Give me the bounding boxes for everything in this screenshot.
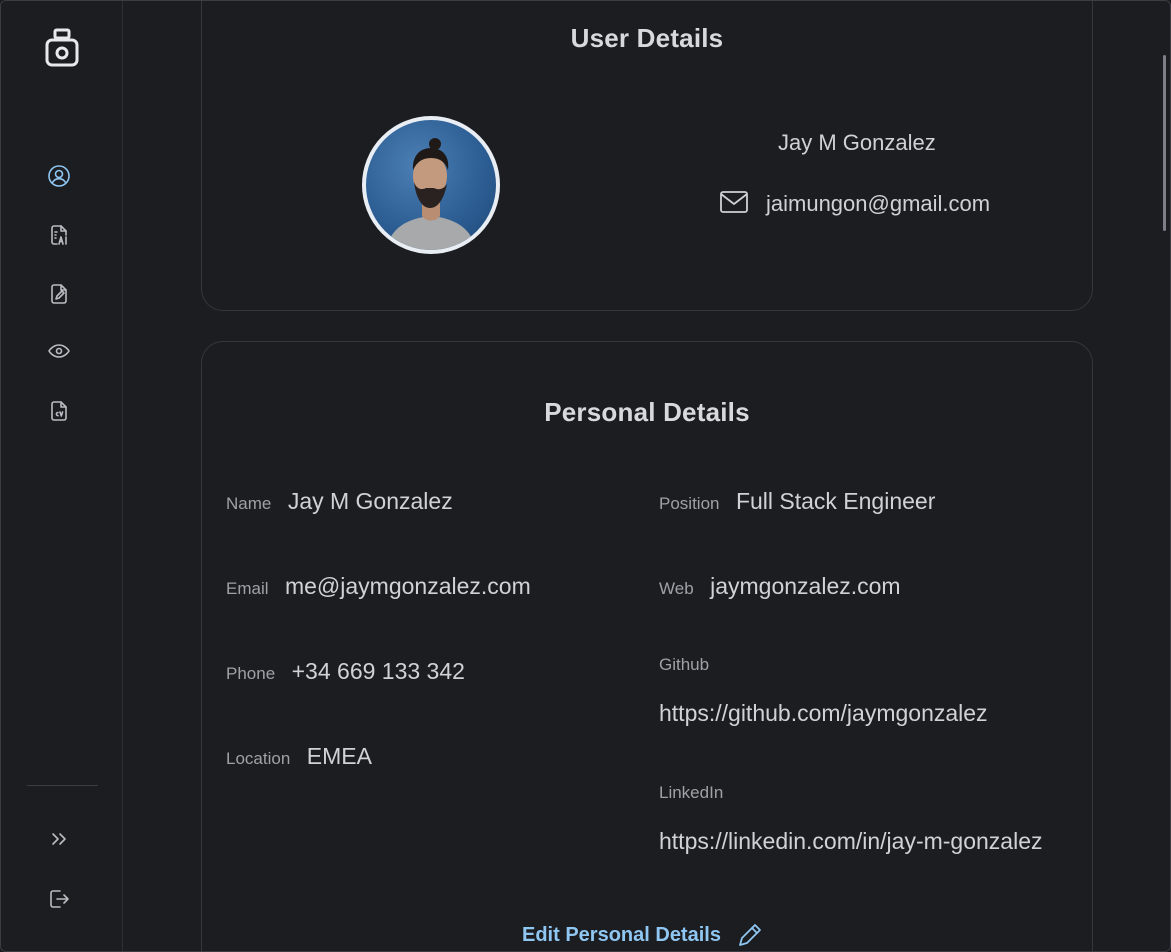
mail-icon: [719, 190, 749, 214]
field-name: Name Jay M Gonzalez: [226, 488, 453, 515]
field-email: Email me@jaymgonzalez.com: [226, 573, 531, 600]
linkedin-label: LinkedIn: [659, 783, 724, 802]
web-value: jaymgonzalez.com: [710, 573, 901, 599]
location-label: Location: [226, 749, 291, 768]
github-label: Github: [659, 655, 710, 674]
edit-personal-details-button[interactable]: Edit Personal Details: [522, 920, 765, 950]
sidebar-item-cv[interactable]: [45, 397, 73, 425]
user-name: Jay M Gonzalez: [778, 130, 936, 155]
logout-button[interactable]: [45, 885, 73, 913]
eye-icon: [48, 344, 70, 358]
email-label: Email: [226, 579, 269, 598]
chevrons-right-icon: [52, 833, 66, 845]
avatar-portrait: [386, 138, 476, 250]
sidebar: [1, 1, 123, 951]
app-window: User Details Jay M Gonzalez jaimungon@gm…: [0, 0, 1171, 952]
user-details-title: User Details: [570, 23, 724, 53]
email-value: me@jaymgonzalez.com: [284, 573, 531, 599]
scrollbar-thumb[interactable]: [1163, 55, 1166, 231]
pencil-icon: [739, 924, 761, 946]
logout-icon: [50, 890, 69, 908]
phone-label: Phone: [226, 664, 276, 683]
ai-document-icon: [51, 225, 67, 245]
expand-sidebar-button[interactable]: [45, 825, 73, 853]
sidebar-item-profile[interactable]: [45, 162, 73, 190]
avatar: [362, 116, 500, 254]
sidebar-divider: [27, 785, 98, 786]
user-email: jaimungon@gmail.com: [766, 191, 991, 216]
sidebar-item-ai[interactable]: [45, 221, 73, 249]
position-value: Full Stack Engineer: [735, 488, 936, 514]
user-details-card: User Details Jay M Gonzalez jaimungon@gm…: [201, 1, 1093, 311]
name-label: Name: [226, 494, 272, 513]
web-label: Web: [659, 579, 694, 598]
cv-document-icon: [51, 401, 67, 421]
edit-document-icon: [51, 284, 67, 304]
location-value: EMEA: [306, 743, 372, 769]
personal-details-card: Personal Details Name Jay M Gonzalez Ema…: [201, 341, 1093, 951]
phone-value: +34 669 133 342: [291, 658, 465, 684]
sidebar-item-preview[interactable]: [45, 337, 73, 365]
field-phone: Phone +34 669 133 342: [226, 658, 465, 685]
position-label: Position: [659, 494, 720, 513]
personal-details-title: Personal Details: [544, 397, 750, 427]
user-circle-icon: [48, 165, 70, 187]
field-position: Position Full Stack Engineer: [659, 488, 935, 515]
sidebar-item-edit[interactable]: [45, 280, 73, 308]
field-web: Web jaymgonzalez.com: [659, 573, 901, 600]
field-location: Location EMEA: [226, 743, 372, 770]
github-value: https://github.com/jaymgonzalez: [659, 700, 988, 726]
edit-personal-details-label: Edit Personal Details: [522, 923, 721, 946]
name-value: Jay M Gonzalez: [287, 488, 453, 514]
linkedin-value: https://linkedin.com/in/jay-m-gonzalez: [659, 828, 1043, 854]
robot-logo-icon[interactable]: [43, 27, 81, 69]
